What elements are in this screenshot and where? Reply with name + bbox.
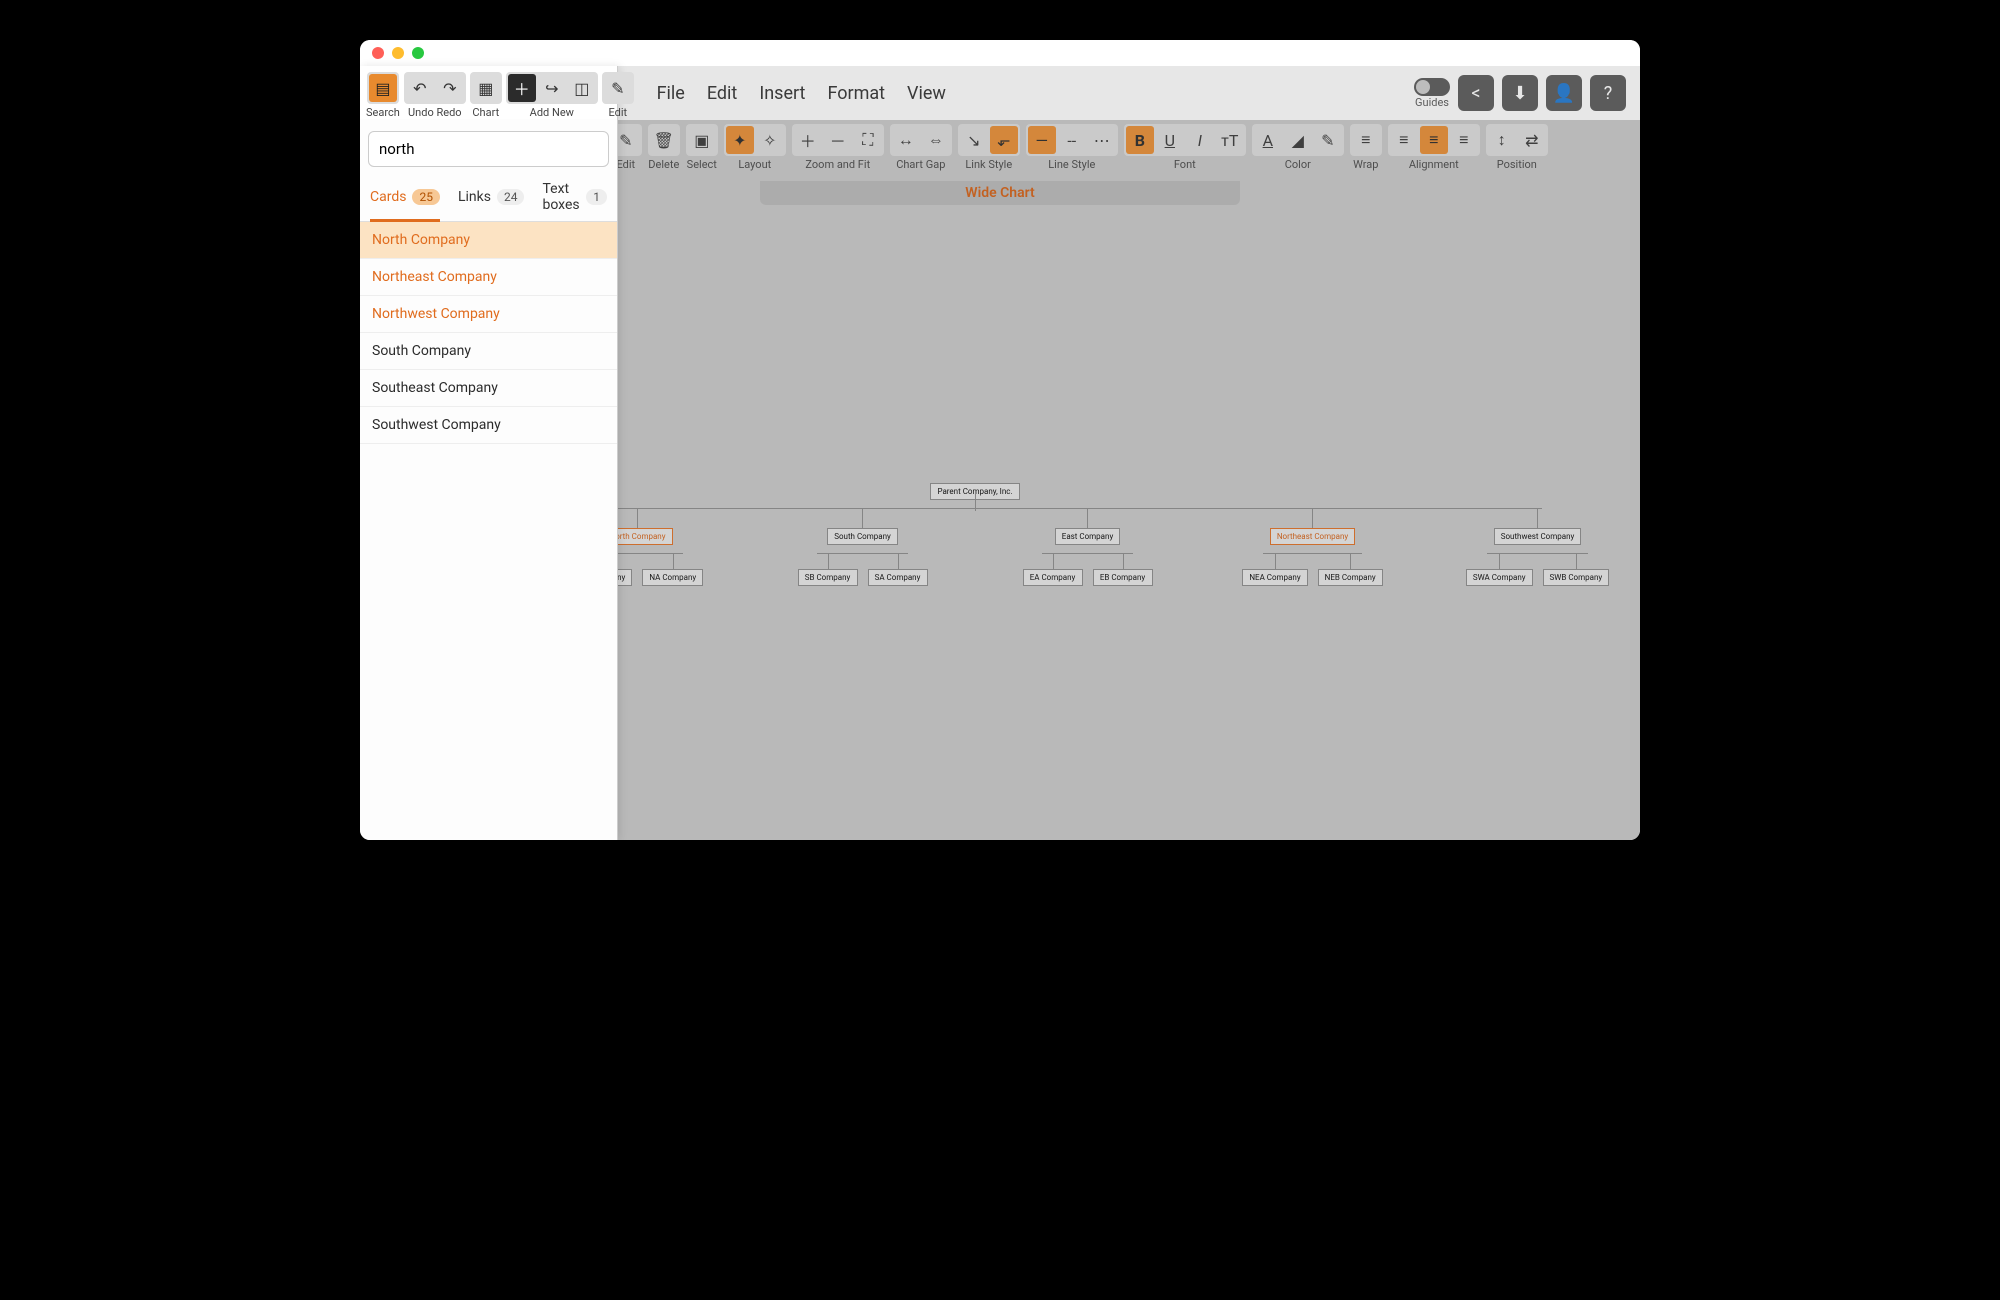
fontsize-button[interactable]: тT xyxy=(1216,126,1244,154)
tab-cards[interactable]: Cards 25 xyxy=(370,181,440,221)
org-node[interactable]: NEB Company xyxy=(1318,569,1383,586)
org-node[interactable]: South Company xyxy=(827,528,898,545)
share-icon: < xyxy=(1471,83,1480,104)
tab-links[interactable]: Links 24 xyxy=(458,181,525,221)
sp-add-textbox-button[interactable]: ◫ xyxy=(568,74,596,102)
org-node[interactable]: Northeast Company xyxy=(1270,528,1355,545)
align-center-button[interactable]: ≡ xyxy=(1420,126,1448,154)
manual-layout-button[interactable]: ✧ xyxy=(756,126,784,154)
menu-file[interactable]: File xyxy=(657,83,685,104)
search-result-item[interactable]: Southwest Company xyxy=(360,407,617,444)
sp-search-button[interactable]: ▤ xyxy=(369,74,397,102)
gap-narrow-button[interactable]: ⇔ xyxy=(922,126,950,154)
menu-view[interactable]: View xyxy=(907,83,946,104)
underline-button[interactable]: U xyxy=(1156,126,1184,154)
help-icon: ? xyxy=(1604,83,1613,104)
org-node[interactable]: NA Company xyxy=(642,569,703,586)
line-solid-button[interactable]: — xyxy=(1028,126,1056,154)
select-button[interactable]: ▣ xyxy=(688,126,716,154)
titlebar xyxy=(360,40,1640,66)
close-window-button[interactable] xyxy=(372,47,384,59)
account-button[interactable]: 👤 xyxy=(1546,75,1582,111)
app-root: lexchart ← Charts File Edit Insert Forma… xyxy=(360,66,1640,840)
org-node[interactable]: SB Company xyxy=(798,569,858,586)
sp-chart-button[interactable]: ▦ xyxy=(472,74,500,102)
fit-button[interactable]: ⛶ xyxy=(854,126,882,154)
align-left-button[interactable]: ≡ xyxy=(1390,126,1418,154)
search-panel: ▤Search ↶↷Undo Redo ▦Chart ＋↪◫Add New ✎E… xyxy=(360,66,618,840)
sp-undo-button[interactable]: ↶ xyxy=(406,74,434,102)
menu-format[interactable]: Format xyxy=(827,83,885,104)
search-input[interactable] xyxy=(368,131,609,167)
sp-add-link-button[interactable]: ↪ xyxy=(538,74,566,102)
app-window: lexchart ← Charts File Edit Insert Forma… xyxy=(360,40,1640,840)
toggle-icon xyxy=(1414,78,1450,96)
guides-toggle[interactable]: Guides xyxy=(1414,78,1450,109)
share-button[interactable]: < xyxy=(1458,75,1494,111)
org-node[interactable]: SWA Company xyxy=(1466,569,1533,586)
search-result-item[interactable]: North Company xyxy=(360,222,617,259)
zoom-in-button[interactable]: ＋ xyxy=(794,126,822,154)
italic-button[interactable]: I xyxy=(1186,126,1214,154)
gap-wide-button[interactable]: ↔ xyxy=(892,126,920,154)
search-result-item[interactable]: Northeast Company xyxy=(360,259,617,296)
wrap-button[interactable]: ≡ xyxy=(1352,126,1380,154)
download-icon: ⬇ xyxy=(1512,83,1527,104)
line-dashed-button[interactable]: -- xyxy=(1058,126,1086,154)
org-node[interactable]: EA Company xyxy=(1023,569,1083,586)
org-node[interactable]: SA Company xyxy=(868,569,928,586)
bold-button[interactable]: B xyxy=(1126,126,1154,154)
sp-redo-button[interactable]: ↷ xyxy=(436,74,464,102)
line-dotted-button[interactable]: ⋯ xyxy=(1088,126,1116,154)
link-elbow-button[interactable]: ⬐ xyxy=(990,126,1018,154)
org-node[interactable]: Southwest Company xyxy=(1494,528,1582,545)
org-node[interactable]: NEA Company xyxy=(1242,569,1307,586)
search-tabs: Cards 25 Links 24 Text boxes 1 xyxy=(360,175,617,222)
search-results: North CompanyNortheast CompanyNorthwest … xyxy=(360,222,617,840)
search-result-item[interactable]: Southeast Company xyxy=(360,370,617,407)
search-result-item[interactable]: South Company xyxy=(360,333,617,370)
tab-textboxes[interactable]: Text boxes 1 xyxy=(542,181,607,221)
position-swap-button[interactable]: ⇄ xyxy=(1518,126,1546,154)
download-button[interactable]: ⬇ xyxy=(1502,75,1538,111)
help-button[interactable]: ? xyxy=(1590,75,1626,111)
link-straight-button[interactable]: ↘ xyxy=(960,126,988,154)
person-icon: 👤 xyxy=(1553,83,1575,104)
text-color-button[interactable]: A xyxy=(1254,126,1282,154)
guides-label: Guides xyxy=(1415,96,1449,109)
org-node[interactable]: SWB Company xyxy=(1543,569,1610,586)
sp-edit-button[interactable]: ✎ xyxy=(604,74,632,102)
wide-chart-banner: Wide Chart xyxy=(760,181,1240,205)
menu-edit[interactable]: Edit xyxy=(707,83,737,104)
maximize-window-button[interactable] xyxy=(412,47,424,59)
fill-color-button[interactable]: ◢ xyxy=(1284,126,1312,154)
delete-button[interactable]: 🗑 xyxy=(650,126,678,154)
align-right-button[interactable]: ≡ xyxy=(1450,126,1478,154)
auto-layout-button[interactable]: ✦ xyxy=(726,126,754,154)
minimize-window-button[interactable] xyxy=(392,47,404,59)
org-node[interactable]: EB Company xyxy=(1093,569,1153,586)
sp-add-card-button[interactable]: ＋ xyxy=(508,74,536,102)
border-color-button[interactable]: ✎ xyxy=(1314,126,1342,154)
zoom-out-button[interactable]: － xyxy=(824,126,852,154)
org-node[interactable]: East Company xyxy=(1055,528,1120,545)
search-result-item[interactable]: Northwest Company xyxy=(360,296,617,333)
menu-insert[interactable]: Insert xyxy=(759,83,805,104)
position-up-button[interactable]: ↕ xyxy=(1488,126,1516,154)
